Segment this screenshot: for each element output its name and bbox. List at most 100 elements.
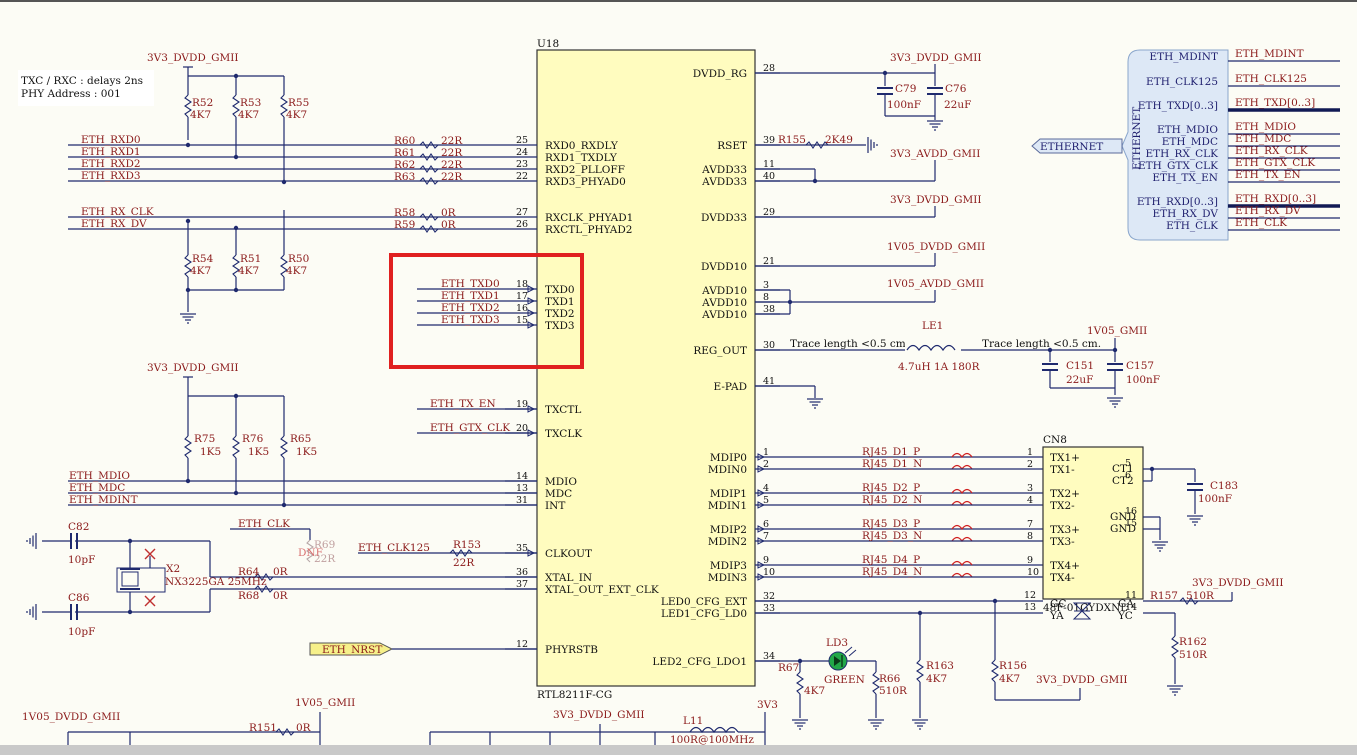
res-r63: R63 <box>394 171 415 183</box>
bus-net-label: ETH_RXD[0..3] <box>1235 193 1316 205</box>
pin-num-right: 40 <box>763 171 775 182</box>
pin-num-left: 15 <box>516 315 528 326</box>
pin-name-left: RXD1_TXDLY <box>545 152 618 164</box>
inductor-le1: LE1 4.7uH 1A 180R <box>898 320 981 373</box>
power-label-3v3-gmii-bottom: 3V3_DVDD_GMII <box>553 709 645 721</box>
bus-net-label: ETH_TX_EN <box>1235 169 1301 181</box>
bus-net-label: ETH_MDIO <box>1235 121 1296 133</box>
svg-text:C151: C151 <box>1066 360 1094 372</box>
cap-c82: C82 10pF <box>42 521 95 566</box>
pin-name-right: MDIN3 <box>708 572 747 584</box>
pin-name-right: LED0_CFG_EXT <box>661 596 747 608</box>
pulldown-res-r50: R504K7 <box>280 210 309 290</box>
pin-name-right: AVDD10 <box>701 285 747 297</box>
svg-text:10pF: 10pF <box>68 554 95 566</box>
svg-text:R162: R162 <box>1179 636 1207 648</box>
bus-entry-name: ETH_TXD[0..3] <box>1138 100 1218 112</box>
svg-text:GC: GC <box>1050 598 1066 610</box>
pin-num-left: 24 <box>516 147 528 158</box>
pin-num-right: 38 <box>763 304 775 315</box>
pin-num-left: 16 <box>516 303 528 314</box>
power-label-1v05-gmii: 1V05_GMII <box>1087 325 1147 337</box>
pin-num-left: 18 <box>516 279 528 290</box>
pin-name-right: MDIP3 <box>710 560 747 572</box>
pin-num-right: 28 <box>763 63 775 74</box>
net-eth-txd: ETH_TXD2 <box>441 302 500 314</box>
svg-text:R157: R157 <box>1150 590 1178 602</box>
svg-text:R52: R52 <box>192 97 213 109</box>
res-r151: R151 0R <box>249 722 312 736</box>
net-eth-nrst-port: ETH_NRST <box>309 642 394 656</box>
net-eth-txd: ETH_TXD0 <box>441 278 500 290</box>
connector-pin-num: 7 <box>1027 519 1033 530</box>
net-rj45-pair: RJ45_D3_P <box>862 518 920 530</box>
pin-name-left: MDIO <box>545 476 577 488</box>
pin-num-right: 4 <box>763 483 769 494</box>
pin-num-left: 26 <box>516 219 528 230</box>
connector-ref: CN8 <box>1043 434 1067 446</box>
net-eth-rxd: ETH_RXD3 <box>81 170 141 182</box>
series-res-r153: R153 22R <box>449 539 481 569</box>
pin-num-left: 36 <box>516 567 528 578</box>
pin-num-right: 21 <box>763 256 775 267</box>
svg-text:100nF: 100nF <box>1126 374 1160 386</box>
pulldown-res-r54: R544K7 <box>184 221 214 312</box>
svg-text:4K7: 4K7 <box>190 265 211 277</box>
pin-name-left: TXD0 <box>545 284 575 296</box>
svg-text:R53: R53 <box>240 97 261 109</box>
pin-name-left: XTAL_IN <box>545 572 592 584</box>
svg-text:R163: R163 <box>926 660 954 672</box>
pin-num-right: 1 <box>763 447 769 458</box>
res-r155: R155 2K49 <box>778 134 853 149</box>
svg-text:C157: C157 <box>1126 360 1154 372</box>
svg-text:4K7: 4K7 <box>286 265 307 277</box>
pin-num-right: 41 <box>763 376 775 387</box>
pin-num-left: 25 <box>516 135 528 146</box>
net-eth-mdio: ETH_MDIO <box>69 470 130 482</box>
connector-pin-num: 4 <box>1027 495 1033 506</box>
svg-text:13: 13 <box>1024 602 1036 613</box>
svg-text:0R: 0R <box>273 566 289 578</box>
cap-c76: C76 22uF <box>927 73 971 120</box>
svg-text:1K5: 1K5 <box>200 446 221 458</box>
connector-gnd-pins: GND GND 1615 <box>1110 506 1161 540</box>
net-rj45-pair: RJ45_D1_P <box>862 446 920 458</box>
svg-text:R75: R75 <box>194 433 215 445</box>
cap-c151: C151 22uF <box>1042 350 1094 388</box>
svg-text:X2: X2 <box>166 563 180 575</box>
svg-text:C79: C79 <box>895 83 916 95</box>
pullup-res-r52: R524K7 <box>184 76 213 140</box>
svg-text:1K5: 1K5 <box>296 446 317 458</box>
net-rj45-pair: RJ45_D4_P <box>862 554 920 566</box>
svg-text:ETH_NRST: ETH_NRST <box>322 644 382 656</box>
svg-text:LE1: LE1 <box>922 320 943 332</box>
cap-c79: C79 100nF <box>877 73 921 116</box>
svg-text:16: 16 <box>1125 506 1137 517</box>
svg-text:R151: R151 <box>249 722 277 734</box>
pin-name-right: MDIP2 <box>710 524 747 536</box>
bus-net-label: ETH_CLK125 <box>1235 73 1307 85</box>
pin-name-right: MDIN1 <box>708 500 747 512</box>
mdi-pair-wires: RJ45_D1_PRJ45_D1_N RJ45_D2_PRJ45_D2_N RJ45… <box>780 446 1043 579</box>
bus-net-label: ETH_RX_DV <box>1235 205 1301 217</box>
svg-text:R153: R153 <box>453 539 481 551</box>
svg-text:11: 11 <box>1125 590 1137 601</box>
power-label-3v3-gmii-top: 3V3_DVDD_GMII <box>147 52 239 64</box>
pin-name-left: PHYRSTB <box>545 644 598 656</box>
pin-name-right: DVDD33 <box>701 212 747 224</box>
svg-text:4K7: 4K7 <box>804 685 825 697</box>
pin-name-right: AVDD10 <box>701 309 747 321</box>
ethernet-bus-entries: ETH_MDINT ETH_MDINT ETH_CLK125 ETH_CLK125 ET… <box>1137 48 1340 232</box>
pin-name-left: INT <box>545 500 565 512</box>
net-eth-gtx-clk: ETH_GTX_CLK <box>430 422 510 434</box>
note-phy-address: PHY Address : 001 <box>21 88 121 100</box>
pin-name-left: TXCTL <box>545 404 581 416</box>
connector-pin-num: 9 <box>1027 555 1033 566</box>
pin-name-right: AVDD33 <box>701 176 747 188</box>
pin-num-left: 27 <box>516 207 528 218</box>
svg-text:4K7: 4K7 <box>238 265 259 277</box>
schematic-canvas: TXC / RXC : delays 2ns PHY Address : 001… <box>0 0 1357 755</box>
pin-name-left: RXD3_PHYAD0 <box>545 176 626 188</box>
res-value-0r: 0R <box>441 207 457 219</box>
connector-pin-name: TX2+ <box>1050 488 1080 500</box>
